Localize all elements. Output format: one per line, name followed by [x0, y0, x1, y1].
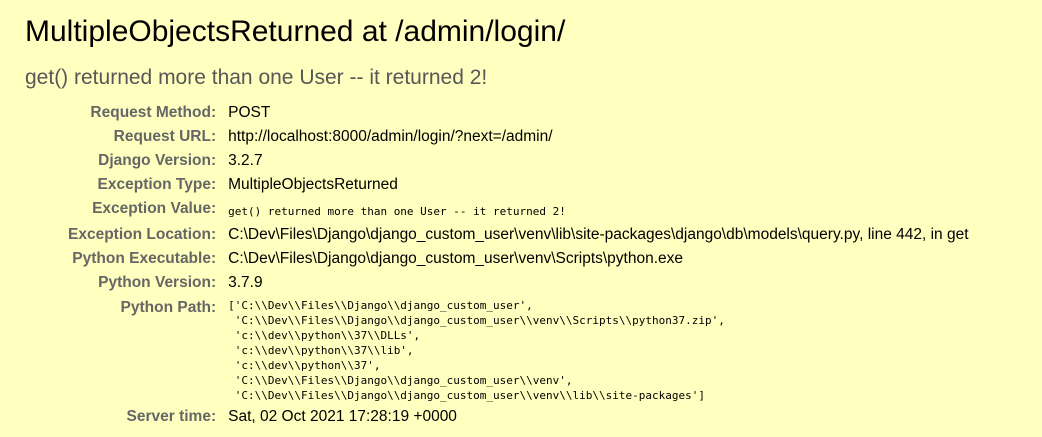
python-path-entry: 'c:\\dev\\python\\37\\lib', — [228, 344, 414, 357]
meta-label: Server time: — [126, 408, 217, 425]
error-message: get() returned more than one User -- it … — [25, 66, 488, 89]
meta-value: ['C:\\Dev\\Files\\Django\\django_custom_… — [222, 295, 974, 405]
meta-value: MultipleObjectsReturned — [228, 176, 398, 193]
python-path-entry: 'c:\\dev\\python\\37\\DLLs', — [228, 329, 421, 342]
python-path-entry: 'C:\\Dev\\Files\\Django\\django_custom_u… — [228, 389, 705, 402]
meta-row-server-time: Server time: Sat, 02 Oct 2021 17:28:19 +… — [62, 405, 975, 429]
error-summary: MultipleObjectsReturned at /admin/login/… — [0, 0, 1042, 429]
meta-row-exception-type: Exception Type: MultipleObjectsReturned — [62, 173, 975, 197]
request-meta-table: Request Method: POST Request URL: http:/… — [62, 101, 975, 429]
meta-row-python-executable: Python Executable: C:\Dev\Files\Django\d… — [62, 247, 975, 271]
error-title: MultipleObjectsReturned at /admin/login/ — [25, 15, 566, 48]
meta-value: POST — [228, 104, 271, 121]
meta-value: C:\Dev\Files\Django\django_custom_user\v… — [228, 226, 969, 243]
python-path-list: ['C:\\Dev\\Files\\Django\\django_custom_… — [228, 298, 968, 403]
exception-value-text: get() returned more than one User -- it … — [228, 205, 566, 218]
meta-value: get() returned more than one User -- it … — [222, 197, 974, 223]
meta-row-request-method: Request Method: POST — [62, 101, 975, 125]
python-path-entry: 'C:\\Dev\\Files\\Django\\django_custom_u… — [228, 374, 573, 387]
meta-label: Request URL: — [113, 128, 217, 145]
meta-value: 3.2.7 — [228, 152, 263, 169]
meta-row-python-version: Python Version: 3.7.9 — [62, 271, 975, 295]
meta-label: Python Version: — [98, 274, 217, 291]
meta-row-python-path: Python Path: ['C:\\Dev\\Files\\Django\\d… — [62, 295, 975, 405]
python-path-entry: ['C:\\Dev\\Files\\Django\\django_custom_… — [228, 299, 533, 312]
meta-value[interactable]: http://localhost:8000/admin/login/?next=… — [222, 125, 974, 149]
meta-row-request-url: Request URL: http://localhost:8000/admin… — [62, 125, 975, 149]
python-path-entry: 'c:\\dev\\python\\37', — [228, 359, 381, 372]
meta-label: Request Method: — [90, 104, 217, 121]
meta-value: 3.7.9 — [228, 274, 263, 291]
meta-value: Sat, 02 Oct 2021 17:28:19 +0000 — [228, 408, 457, 425]
python-path-entry: 'C:\\Dev\\Files\\Django\\django_custom_u… — [228, 314, 725, 327]
meta-row-exception-value: Exception Value: get() returned more tha… — [62, 197, 975, 223]
meta-value: C:\Dev\Files\Django\django_custom_user\v… — [228, 250, 684, 267]
meta-label: Python Path: — [120, 299, 217, 316]
meta-label: Python Executable: — [72, 250, 217, 267]
meta-row-django-version: Django Version: 3.2.7 — [62, 149, 975, 173]
meta-label: Exception Location: — [68, 226, 217, 243]
meta-row-exception-location: Exception Location: C:\Dev\Files\Django\… — [62, 223, 975, 247]
meta-label: Exception Type: — [97, 176, 217, 193]
meta-label: Exception Value: — [92, 200, 217, 217]
meta-label: Django Version: — [98, 152, 217, 169]
